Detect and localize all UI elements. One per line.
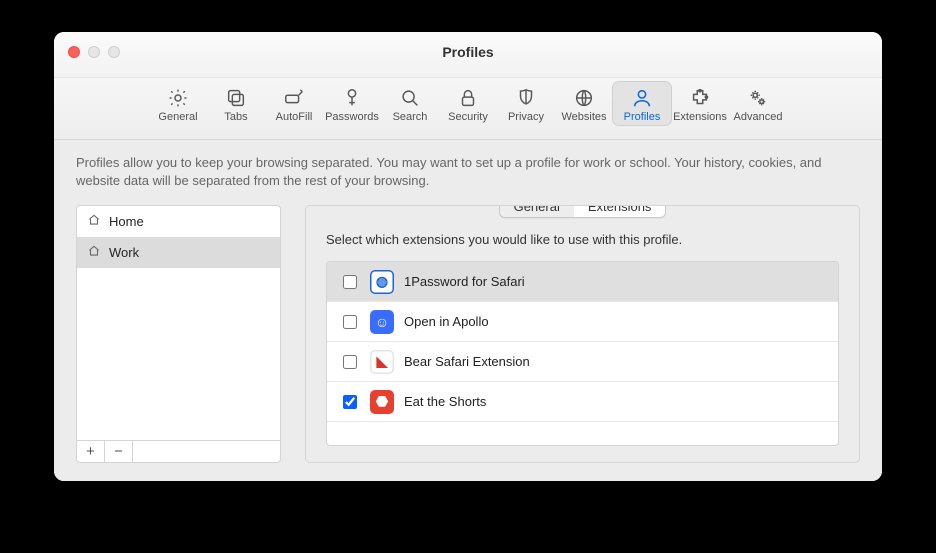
- remove-profile-button[interactable]: −: [105, 441, 133, 462]
- autofill-icon: [283, 85, 305, 111]
- extension-row[interactable]: ◣ Bear Safari Extension: [327, 342, 838, 382]
- tab-privacy[interactable]: Privacy: [497, 82, 555, 125]
- segment-extensions[interactable]: Extensions: [574, 205, 666, 217]
- extension-row[interactable]: ☺ Open in Apollo: [327, 302, 838, 342]
- extension-name: Bear Safari Extension: [404, 354, 530, 369]
- profiles-list: Home Work: [77, 206, 280, 440]
- privacy-icon: [515, 85, 537, 111]
- extension-icon: ◣: [370, 350, 394, 374]
- close-button[interactable]: [68, 46, 80, 58]
- tab-extensions[interactable]: Extensions: [671, 82, 729, 125]
- extension-icon: ⬣: [370, 390, 394, 414]
- window-title: Profiles: [442, 44, 493, 60]
- extensions-list[interactable]: ◍ 1Password for Safari ☺ Open in Apollo ◣ Bea…: [326, 261, 839, 446]
- tab-general[interactable]: General: [149, 82, 207, 125]
- extension-row[interactable]: ◍ 1Password for Safari: [327, 262, 838, 302]
- content-area: Profiles allow you to keep your browsing…: [54, 140, 882, 481]
- tab-label: Privacy: [508, 111, 544, 123]
- security-icon: [457, 85, 479, 111]
- minimize-button[interactable]: [88, 46, 100, 58]
- house-icon: [87, 213, 101, 230]
- tab-security[interactable]: Security: [439, 82, 497, 125]
- extension-name: 1Password for Safari: [404, 274, 525, 289]
- extension-name: Open in Apollo: [404, 314, 489, 329]
- profiles-sidebar: Home Work + −: [76, 205, 281, 463]
- tab-label: Profiles: [624, 111, 661, 123]
- profile-row-home[interactable]: Home: [77, 206, 280, 237]
- segmented-control[interactable]: GeneralExtensions: [499, 205, 667, 218]
- profile-panel: GeneralExtensions Select which extension…: [305, 205, 860, 463]
- extension-icon: ☺: [370, 310, 394, 334]
- preferences-toolbar: General Tabs AutoFill Passwords Search Securi…: [54, 78, 882, 140]
- sidebar-actions: + −: [77, 440, 280, 462]
- advanced-icon: [747, 85, 769, 111]
- traffic-lights: [68, 46, 120, 58]
- preferences-window: Profiles General Tabs AutoFill Passwords Sea…: [54, 32, 882, 481]
- extension-checkbox[interactable]: [343, 315, 357, 329]
- house-icon: [87, 244, 101, 261]
- profile-name: Home: [109, 214, 144, 229]
- websites-icon: [573, 85, 595, 111]
- tab-label: Security: [448, 111, 488, 123]
- profile-name: Work: [109, 245, 139, 260]
- profiles-description: Profiles allow you to keep your browsing…: [76, 154, 860, 189]
- tab-autofill[interactable]: AutoFill: [265, 82, 323, 125]
- extension-name: Eat the Shorts: [404, 394, 486, 409]
- tab-passwords[interactable]: Passwords: [323, 82, 381, 125]
- tab-advanced[interactable]: Advanced: [729, 82, 787, 125]
- zoom-button[interactable]: [108, 46, 120, 58]
- extension-icon: ◍: [370, 270, 394, 294]
- tab-label: Passwords: [325, 111, 379, 123]
- search-icon: [399, 85, 421, 111]
- tab-label: AutoFill: [276, 111, 313, 123]
- extension-checkbox[interactable]: [343, 275, 357, 289]
- panel-hint: Select which extensions you would like t…: [326, 232, 839, 247]
- extension-checkbox[interactable]: [343, 395, 357, 409]
- tab-label: General: [158, 111, 197, 123]
- profiles-icon: [631, 85, 653, 111]
- profile-row-work[interactable]: Work: [77, 237, 280, 268]
- titlebar: Profiles: [54, 32, 882, 78]
- tab-label: Websites: [561, 111, 606, 123]
- extensions-icon: [689, 85, 711, 111]
- general-icon: [167, 85, 189, 111]
- tab-label: Search: [393, 111, 428, 123]
- tab-profiles[interactable]: Profiles: [613, 82, 671, 125]
- tabs-icon: [225, 85, 247, 111]
- tab-label: Tabs: [224, 111, 247, 123]
- tab-search[interactable]: Search: [381, 82, 439, 125]
- passwords-icon: [341, 85, 363, 111]
- extension-checkbox[interactable]: [343, 355, 357, 369]
- tab-tabs[interactable]: Tabs: [207, 82, 265, 125]
- add-profile-button[interactable]: +: [77, 441, 105, 462]
- tab-label: Advanced: [734, 111, 783, 123]
- extension-row[interactable]: ⬣ Eat the Shorts: [327, 382, 838, 422]
- tab-websites[interactable]: Websites: [555, 82, 613, 125]
- tab-label: Extensions: [673, 111, 727, 123]
- segment-general[interactable]: General: [500, 205, 574, 217]
